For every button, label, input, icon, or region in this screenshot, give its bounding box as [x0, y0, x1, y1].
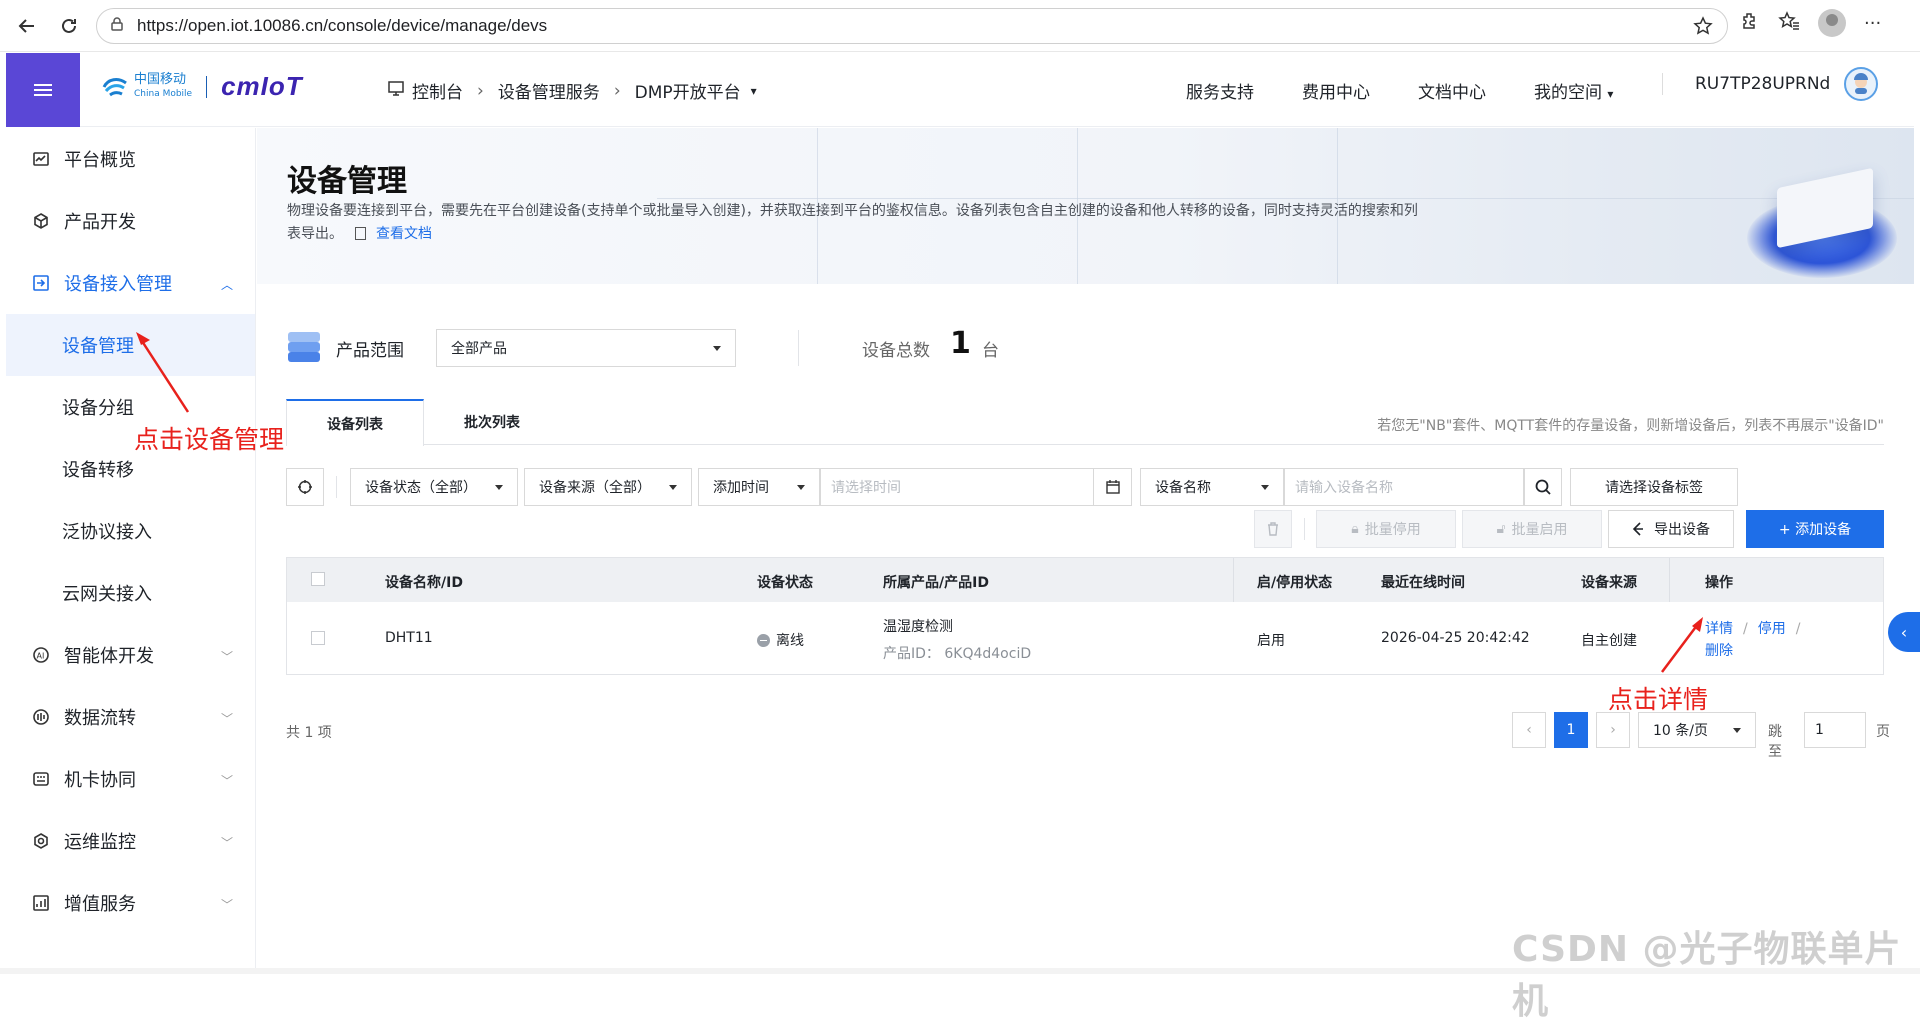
annotation-click-device-manage: 点击设备管理 — [134, 425, 285, 454]
annotation-arrow-device-manage — [136, 332, 1703, 673]
annotation-click-detail: 点击详情 — [1608, 685, 1709, 714]
